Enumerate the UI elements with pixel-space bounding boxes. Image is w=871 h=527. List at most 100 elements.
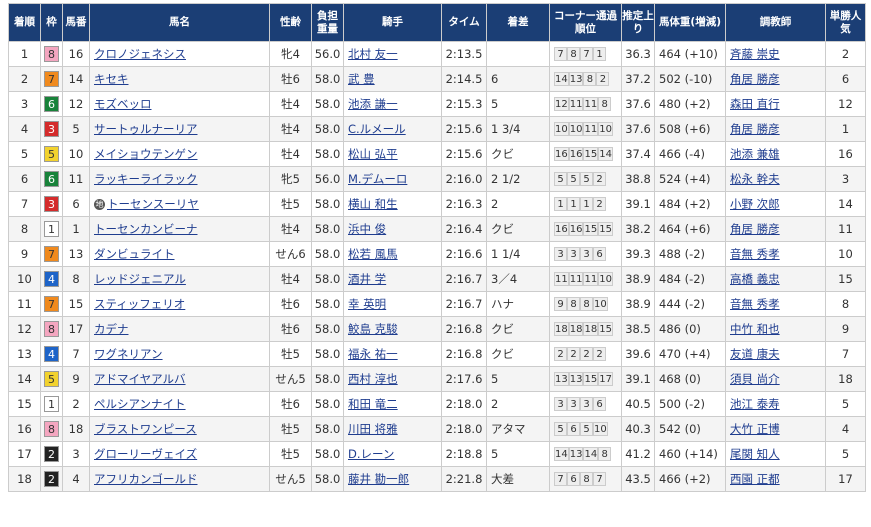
horse-name-link[interactable]: カデナ bbox=[94, 322, 129, 336]
trainer-link[interactable]: 尾関 知人 bbox=[730, 447, 780, 461]
waku-cell: 3 bbox=[40, 116, 63, 142]
corner-boxes: 5 6 5 10 bbox=[554, 422, 608, 437]
header-waku: 枠 bbox=[40, 3, 63, 42]
corner-position: 10 bbox=[598, 122, 613, 137]
finish-time: 2:15.3 bbox=[441, 91, 487, 117]
corner-positions: 11 11 11 10 bbox=[549, 266, 622, 292]
jockey-link[interactable]: 松若 風馬 bbox=[348, 247, 398, 261]
trainer-link[interactable]: 中竹 和也 bbox=[730, 322, 780, 336]
horse-name-link[interactable]: モズベッロ bbox=[94, 97, 152, 111]
trainer-link[interactable]: 音無 秀孝 bbox=[730, 297, 780, 311]
corner-position: 11 bbox=[554, 272, 569, 287]
trainer-cell: 尾関 知人 bbox=[725, 441, 826, 467]
weight-carried: 58.0 bbox=[311, 241, 344, 267]
corner-position: 10 bbox=[568, 122, 584, 137]
jockey-link[interactable]: 松山 弘平 bbox=[348, 147, 398, 161]
trainer-link[interactable]: 西園 正都 bbox=[730, 472, 780, 486]
jockey-cell: 松若 風馬 bbox=[343, 241, 442, 267]
jockey-link[interactable]: 和田 竜二 bbox=[348, 397, 398, 411]
jockey-link[interactable]: 川田 将雅 bbox=[348, 422, 398, 436]
trainer-link[interactable]: 松永 幹夫 bbox=[730, 172, 780, 186]
header-finish: 着順 bbox=[8, 3, 41, 42]
trainer-link[interactable]: 角居 勝彦 bbox=[730, 222, 780, 236]
jockey-link[interactable]: 北村 友一 bbox=[348, 47, 398, 61]
header-margin: 着差 bbox=[486, 3, 550, 42]
corner-boxes: 14 13 8 2 bbox=[554, 72, 610, 87]
jockey-link[interactable]: 西村 淳也 bbox=[348, 372, 398, 386]
trainer-link[interactable]: 高橋 義忠 bbox=[730, 272, 780, 286]
finish-time: 2:16.4 bbox=[441, 216, 487, 242]
jockey-cell: 鮫島 克駿 bbox=[343, 316, 442, 342]
weight-carried: 58.0 bbox=[311, 66, 344, 92]
corner-boxes: 3336 bbox=[554, 247, 606, 262]
trainer-link[interactable]: 池添 兼雄 bbox=[730, 147, 780, 161]
waku-cell: 8 bbox=[40, 316, 63, 342]
last-3f: 40.3 bbox=[621, 416, 655, 442]
jockey-cell: D.レーン bbox=[343, 441, 442, 467]
trainer-link[interactable]: 斉藤 崇史 bbox=[730, 47, 780, 61]
finish-position: 17 bbox=[8, 441, 41, 467]
horse-name-link[interactable]: アフリカンゴールド bbox=[94, 472, 198, 486]
corner-positions: 16 16 15 15 bbox=[549, 216, 622, 242]
jockey-link[interactable]: 池添 謙一 bbox=[348, 97, 398, 111]
horse-name-link[interactable]: ペルシアンナイト bbox=[94, 397, 186, 411]
weight-carried: 58.0 bbox=[311, 366, 344, 392]
jockey-link[interactable]: D.レーン bbox=[348, 447, 394, 461]
trainer-link[interactable]: 大竹 正博 bbox=[730, 422, 780, 436]
horse-name-link[interactable]: メイショウテンゲン bbox=[94, 147, 198, 161]
header-popularity: 単勝人気 bbox=[825, 3, 866, 42]
horse-name-link[interactable]: ブラストワンピース bbox=[94, 422, 197, 436]
corner-boxes: 16 16 15 15 bbox=[554, 222, 613, 237]
margin: 大差 bbox=[486, 466, 550, 492]
finish-time: 2:16.6 bbox=[441, 241, 487, 267]
jockey-cell: M.デムーロ bbox=[343, 166, 442, 192]
jockey-link[interactable]: 藤井 勘一郎 bbox=[348, 472, 409, 486]
jockey-link[interactable]: 鮫島 克駿 bbox=[348, 322, 398, 336]
waku-badge: 2 bbox=[44, 471, 59, 487]
trainer-link[interactable]: 角居 勝彦 bbox=[730, 72, 780, 86]
sex-age: 牡6 bbox=[269, 291, 312, 317]
jockey-link[interactable]: 福永 祐一 bbox=[348, 347, 398, 361]
horse-number: 14 bbox=[62, 66, 90, 92]
trainer-cell: 大竹 正博 bbox=[725, 416, 826, 442]
horse-name-link[interactable]: サートゥルナーリア bbox=[94, 122, 198, 136]
horse-name-cell: ブラストワンピース bbox=[89, 416, 270, 442]
jockey-link[interactable]: M.デムーロ bbox=[348, 172, 407, 186]
margin: ハナ bbox=[486, 291, 550, 317]
horse-name-link[interactable]: グローリーヴェイズ bbox=[94, 447, 197, 461]
jockey-link[interactable]: 幸 英明 bbox=[348, 297, 386, 311]
trainer-link[interactable]: 森田 直行 bbox=[730, 97, 780, 111]
trainer-link[interactable]: 小野 次郎 bbox=[730, 197, 780, 211]
horse-name-link[interactable]: ラッキーライラック bbox=[94, 172, 198, 186]
corner-position: 14 bbox=[554, 72, 569, 87]
jockey-link[interactable]: 横山 和生 bbox=[348, 197, 398, 211]
trainer-link[interactable]: 友道 康夫 bbox=[730, 347, 780, 361]
horse-name-link[interactable]: アドマイヤアルバ bbox=[94, 372, 186, 386]
jockey-link[interactable]: 酒井 学 bbox=[348, 272, 386, 286]
jockey-link[interactable]: 武 豊 bbox=[348, 72, 375, 86]
trainer-cell: 友道 康夫 bbox=[725, 341, 826, 367]
trainer-link[interactable]: 音無 秀孝 bbox=[730, 247, 780, 261]
horse-name-link[interactable]: ワグネリアン bbox=[94, 347, 163, 361]
weight-carried: 58.0 bbox=[311, 266, 344, 292]
horse-name-link[interactable]: ダンビュライト bbox=[94, 247, 175, 261]
horse-name-link[interactable]: トーセンスーリヤ bbox=[107, 197, 199, 211]
finish-position: 2 bbox=[8, 66, 41, 92]
horse-name-link[interactable]: クロノジェネシス bbox=[94, 47, 186, 61]
corner-position: 7 bbox=[554, 47, 567, 62]
horse-name-link[interactable]: トーセンカンビーナ bbox=[94, 222, 198, 236]
header-time: タイム bbox=[441, 3, 487, 42]
trainer-link[interactable]: 池江 泰寿 bbox=[730, 397, 780, 411]
trainer-link[interactable]: 須貝 尚介 bbox=[730, 372, 780, 386]
horse-name-link[interactable]: レッドジェニアル bbox=[94, 272, 186, 286]
horse-number: 15 bbox=[62, 291, 90, 317]
popularity: 6 bbox=[825, 66, 866, 92]
jockey-link[interactable]: 浜中 俊 bbox=[348, 222, 386, 236]
margin: 2 1/2 bbox=[486, 166, 550, 192]
jockey-link[interactable]: C.ルメール bbox=[348, 122, 406, 136]
horse-name-link[interactable]: スティッフェリオ bbox=[94, 297, 185, 311]
popularity: 4 bbox=[825, 416, 866, 442]
horse-name-cell: トーセンカンビーナ bbox=[89, 216, 270, 242]
horse-name-link[interactable]: キセキ bbox=[94, 72, 129, 86]
trainer-link[interactable]: 角居 勝彦 bbox=[730, 122, 780, 136]
